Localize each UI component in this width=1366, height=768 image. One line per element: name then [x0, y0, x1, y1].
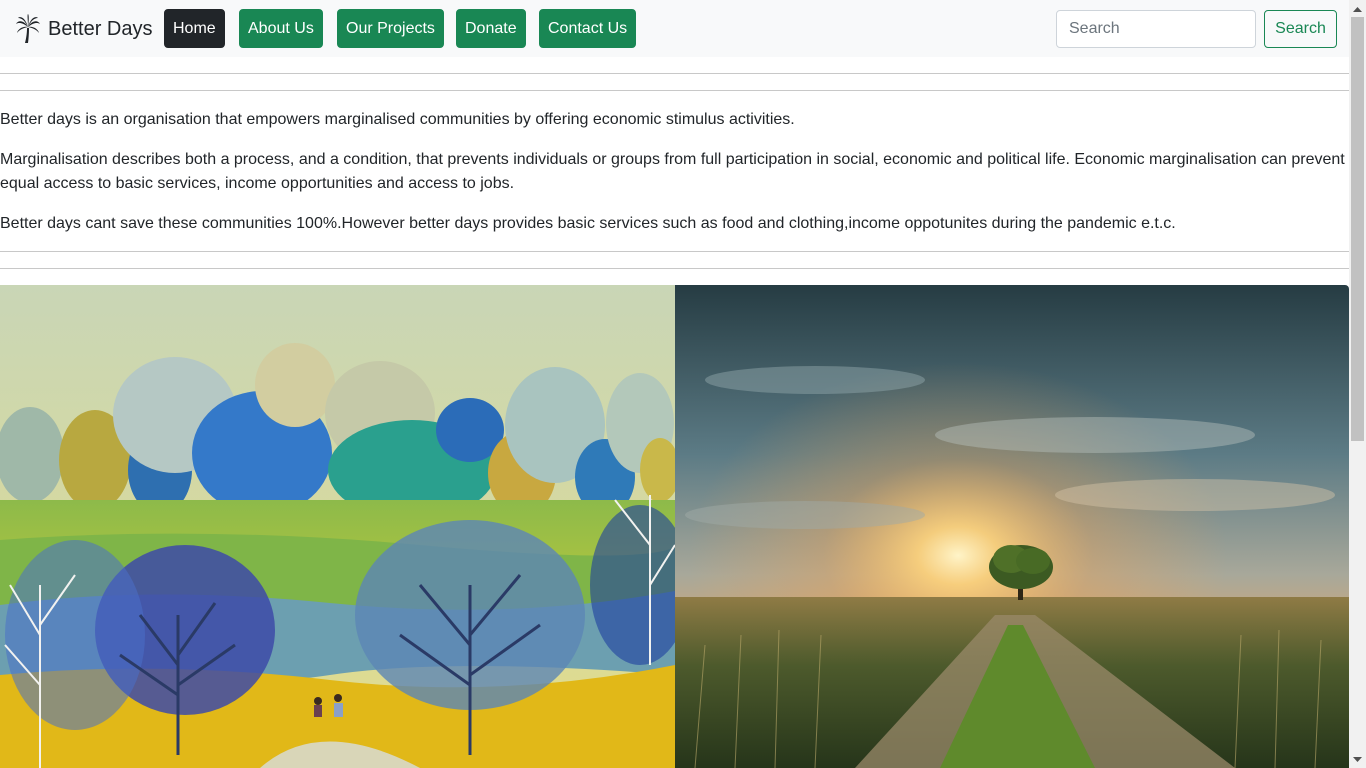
navbar: Better Days Home About Us Our Projects D…	[0, 0, 1349, 57]
palm-tree-icon	[16, 13, 40, 43]
divider	[0, 90, 1349, 91]
divider	[0, 251, 1349, 252]
search-input[interactable]	[1056, 10, 1256, 48]
brand-name: Better Days	[48, 17, 153, 40]
nav-our-projects[interactable]: Our Projects	[337, 9, 444, 48]
scrollbar-thumb[interactable]	[1351, 17, 1364, 441]
brand-link[interactable]: Better Days	[15, 9, 152, 49]
intro-paragraph: Better days is an organisation that empo…	[0, 111, 795, 128]
nav-contact-us[interactable]: Contact Us	[539, 9, 637, 48]
nav-donate[interactable]: Donate	[456, 9, 526, 48]
nav-home[interactable]: Home	[164, 9, 225, 48]
divider	[0, 268, 1349, 269]
scroll-down-arrow-icon[interactable]	[1349, 751, 1366, 768]
services-paragraph: Better days cant save these communities …	[0, 215, 1176, 232]
scroll-up-arrow-icon[interactable]	[1349, 0, 1366, 17]
marginalisation-paragraph: Marginalisation describes both a process…	[0, 151, 1345, 192]
search-button[interactable]: Search	[1264, 10, 1337, 48]
vertical-scrollbar[interactable]	[1349, 0, 1366, 768]
sunset-field-image	[675, 285, 1349, 768]
nav-about-us[interactable]: About Us	[239, 9, 323, 48]
painted-forest-image	[0, 285, 675, 768]
divider	[0, 73, 1349, 74]
